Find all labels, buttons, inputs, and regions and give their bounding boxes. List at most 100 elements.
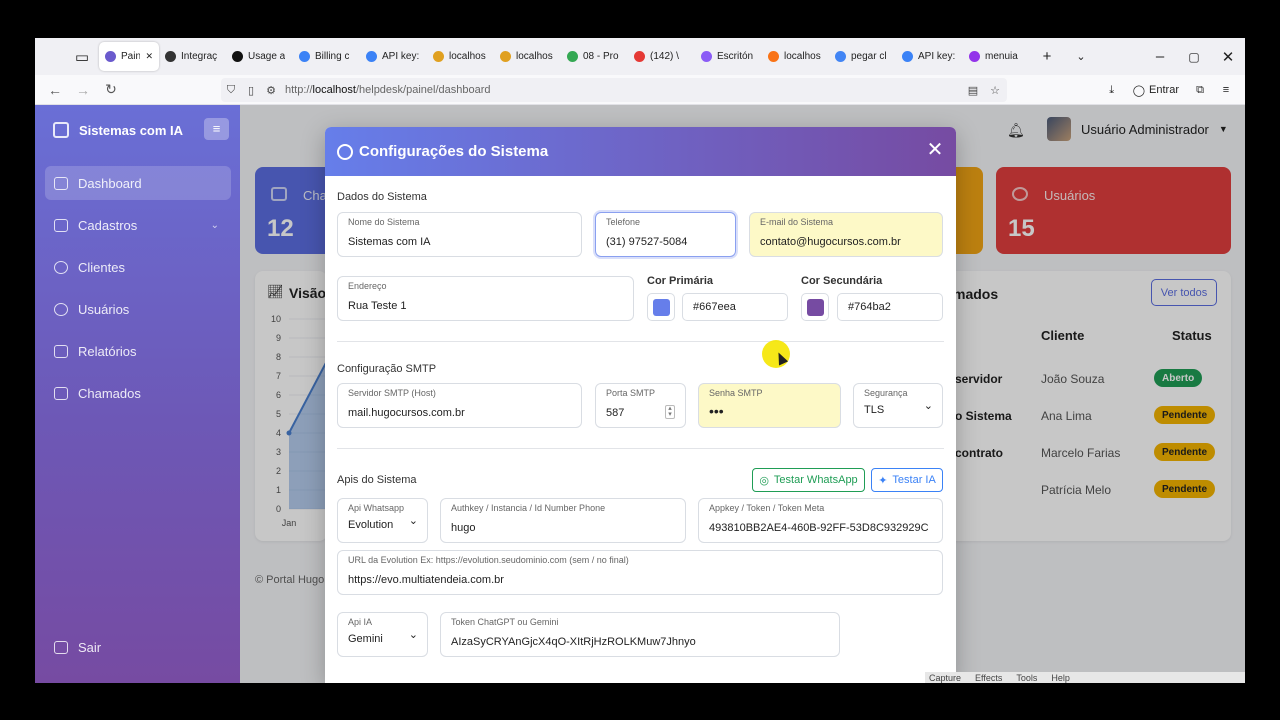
- field-value[interactable]: contato@hugocursos.com.br: [760, 236, 901, 248]
- field-value[interactable]: •••: [709, 403, 724, 419]
- shield-icon[interactable]: ⛉: [221, 84, 241, 97]
- authkey-field[interactable]: Authkey / Instancia / Id Number Phone hu…: [440, 498, 686, 543]
- brand-name: Sistemas com IA: [79, 122, 184, 138]
- favicon-icon: [232, 51, 243, 62]
- browser-tab[interactable]: API key:: [896, 42, 963, 71]
- browser-tab[interactable]: Integraç: [159, 42, 226, 71]
- primary-color-input[interactable]: #667eea: [682, 293, 788, 321]
- tab-title: 08 - Pro: [583, 51, 619, 62]
- browser-tab[interactable]: API key:: [360, 42, 427, 71]
- browser-tab[interactable]: Billing c: [293, 42, 360, 71]
- tab-title: Integraç: [181, 51, 218, 62]
- tab-title: API key:: [382, 51, 420, 62]
- url-text[interactable]: http://localhost/helpdesk/painel/dashboa…: [285, 84, 491, 96]
- section-smtp-title: Configuração SMTP: [337, 363, 437, 375]
- sidebar-item-chamados[interactable]: Chamados: [45, 376, 231, 410]
- recorder-menu-item[interactable]: Capture: [929, 673, 961, 683]
- signin-button[interactable]: ◯ Entrar: [1127, 81, 1185, 100]
- secondary-color-picker[interactable]: [801, 293, 829, 321]
- address-bar[interactable]: ⛉ ▯ ⚙ http://localhost/helpdesk/painel/d…: [221, 78, 1007, 102]
- api-whatsapp-select[interactable]: Api Whatsapp Evolution ⌄: [337, 498, 428, 543]
- maximize-icon[interactable]: ▢: [1177, 50, 1211, 64]
- address-field[interactable]: Endereço Rua Teste 1: [337, 276, 634, 321]
- sidebar-item-sair[interactable]: Sair: [45, 630, 231, 664]
- browser-tab[interactable]: pegar cl: [829, 42, 896, 71]
- tab-title: pegar cl: [851, 51, 887, 62]
- extensions-icon[interactable]: ⧉: [1189, 84, 1211, 97]
- field-value[interactable]: Sistemas com IA: [348, 236, 431, 248]
- bookmark-star-icon[interactable]: ☆: [985, 84, 1005, 97]
- field-label: Endereço: [348, 281, 387, 291]
- close-icon[interactable]: ✕: [924, 139, 946, 161]
- field-value[interactable]: Rua Teste 1: [348, 300, 407, 312]
- settings-modal: Configurações do Sistema ✕ Dados do Sist…: [325, 127, 956, 683]
- system-name-field[interactable]: Nome do Sistema Sistemas com IA: [337, 212, 582, 257]
- primary-color-label: Cor Primária: [647, 275, 714, 287]
- test-whatsapp-button[interactable]: ◎ Testar WhatsApp: [752, 468, 865, 492]
- back-icon[interactable]: ←: [41, 82, 69, 98]
- tab-overview-icon[interactable]: ▭: [65, 48, 99, 66]
- field-value[interactable]: https://evo.multiatendeia.com.br: [348, 574, 504, 586]
- recorder-menu-item[interactable]: Tools: [1016, 673, 1037, 683]
- ai-token-field[interactable]: Token ChatGPT ou Gemini AIzaSyCRYAnGjcX4…: [440, 612, 840, 657]
- minimize-icon[interactable]: –: [1143, 48, 1177, 65]
- tab-title: Escritón: [717, 51, 754, 62]
- field-value[interactable]: mail.hugocursos.com.br: [348, 407, 465, 419]
- browser-tab[interactable]: Usage a: [226, 42, 293, 71]
- phone-field[interactable]: Telefone (31) 97527-5084: [595, 212, 736, 257]
- tab-list-icon[interactable]: ⌄: [1064, 50, 1098, 63]
- page: Sistemas com IA ≡ Dashboard Cadastros ⌄ C…: [35, 105, 1245, 683]
- sidebar-toggle-button[interactable]: ≡: [204, 118, 229, 140]
- new-tab-icon[interactable]: +: [1030, 48, 1064, 65]
- sidebar-item-cadastros[interactable]: Cadastros ⌄: [45, 208, 231, 242]
- browser-tab[interactable]: Paine ✕: [99, 42, 159, 71]
- field-value[interactable]: AIzaSyCRYAnGjcX4qO-XItRjHzROLKMuw7Jhnyo: [451, 636, 696, 648]
- primary-color-picker[interactable]: [647, 293, 675, 321]
- app-menu-icon[interactable]: ≡: [1215, 84, 1237, 96]
- favicon-icon: [105, 51, 116, 62]
- email-field[interactable]: E-mail do Sistema contato@hugocursos.com…: [749, 212, 943, 257]
- smtp-host-field[interactable]: Servidor SMTP (Host) mail.hugocursos.com…: [337, 383, 582, 428]
- smtp-security-select[interactable]: Segurança TLS ⌄: [853, 383, 943, 428]
- browser-tab[interactable]: 08 - Pro: [561, 42, 628, 71]
- sidebar-item-dashboard[interactable]: Dashboard: [45, 166, 231, 200]
- sidebar-item-relatorios[interactable]: Relatórios: [45, 334, 231, 368]
- tab-title: Billing c: [315, 51, 350, 62]
- evolution-url-field[interactable]: URL da Evolution Ex: https://evolution.s…: [337, 550, 943, 595]
- browser-tab[interactable]: localhos: [494, 42, 561, 71]
- download-icon[interactable]: ⤓: [1101, 84, 1123, 97]
- secondary-color-input[interactable]: #764ba2: [837, 293, 943, 321]
- smtp-port-field[interactable]: Porta SMTP 587 ▴ ▾: [595, 383, 686, 428]
- browser-tab[interactable]: menuia: [963, 42, 1030, 71]
- close-tab-icon[interactable]: ✕: [145, 51, 153, 62]
- tab-title: Paine: [121, 51, 141, 62]
- smtp-password-field[interactable]: Senha SMTP •••: [698, 383, 841, 428]
- close-window-icon[interactable]: ✕: [1211, 48, 1245, 66]
- api-ia-select[interactable]: Api IA Gemini ⌄: [337, 612, 428, 657]
- logout-icon: [54, 640, 68, 654]
- browser-tab[interactable]: (142) \: [628, 42, 695, 71]
- permissions-icon[interactable]: ⚙: [261, 84, 281, 97]
- favicon-icon: [835, 51, 846, 62]
- sidebar-item-clientes[interactable]: Clientes: [45, 250, 231, 284]
- field-value[interactable]: hugo: [451, 522, 475, 534]
- reload-icon[interactable]: ↻: [97, 81, 125, 98]
- forward-icon[interactable]: →: [69, 82, 97, 98]
- test-ia-button[interactable]: ✦ Testar IA: [871, 468, 943, 492]
- recorder-menu-item[interactable]: Effects: [975, 673, 1002, 683]
- sidebar-item-usuarios[interactable]: Usuários: [45, 292, 231, 326]
- field-label: E-mail do Sistema: [760, 217, 834, 227]
- browser-tab[interactable]: localhos: [427, 42, 494, 71]
- browser-tab[interactable]: localhos: [762, 42, 829, 71]
- field-value[interactable]: 587: [606, 407, 624, 419]
- stepper-icon[interactable]: ▴ ▾: [665, 405, 675, 419]
- chevron-down-icon: ⌄: [408, 515, 418, 527]
- appkey-field[interactable]: Appkey / Token / Token Meta 493810BB2AE4…: [698, 498, 943, 543]
- field-value[interactable]: 493810BB2AE4-460B-92FF-53D8C932929C: [709, 522, 929, 534]
- recorder-menu-item[interactable]: Help: [1051, 673, 1070, 683]
- browser-tab[interactable]: Escritón: [695, 42, 762, 71]
- reader-icon[interactable]: ▤: [963, 84, 983, 97]
- field-value[interactable]: (31) 97527-5084: [606, 236, 687, 248]
- secondary-color-swatch: [807, 299, 824, 316]
- field-label: URL da Evolution Ex: https://evolution.s…: [348, 555, 629, 565]
